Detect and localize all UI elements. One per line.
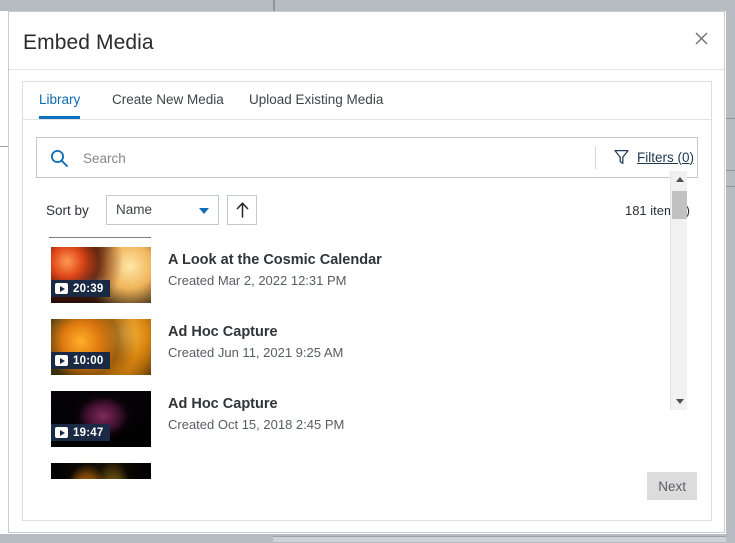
media-created-date: Created Mar 2, 2022 12:31 PM bbox=[168, 273, 347, 288]
page-background-rule-4 bbox=[0, 146, 8, 147]
media-meta: Ad Hoc Capture Created Oct 15, 2018 2:45… bbox=[168, 396, 344, 432]
sort-direction-button[interactable] bbox=[227, 195, 257, 225]
page-background-rule-2 bbox=[726, 170, 735, 171]
page-background-top bbox=[0, 0, 735, 11]
sort-by-value: Name bbox=[116, 202, 153, 217]
media-list[interactable]: 20:39 A Look at the Cosmic Calendar Crea… bbox=[37, 242, 698, 479]
play-icon bbox=[55, 355, 68, 366]
scroll-up-button[interactable] bbox=[671, 171, 688, 188]
duration-badge: 10:00 bbox=[51, 352, 111, 369]
page-background-bottom-inner bbox=[273, 536, 726, 542]
sort-by-label: Sort by bbox=[46, 203, 89, 218]
tab-bar: Library Create New Media Upload Existing… bbox=[23, 82, 711, 120]
page-background-divider bbox=[273, 0, 275, 11]
tab-create-new-media[interactable]: Create New Media bbox=[112, 92, 224, 119]
page-background-rule-3 bbox=[726, 186, 735, 187]
play-icon bbox=[55, 427, 68, 438]
library-panel: Library Create New Media Upload Existing… bbox=[22, 81, 712, 521]
duration-label: 19:47 bbox=[73, 426, 104, 439]
media-title[interactable]: Ad Hoc Capture bbox=[168, 324, 343, 340]
media-created-date: Created Jun 11, 2021 9:25 AM bbox=[168, 345, 344, 360]
duration-badge: 19:47 bbox=[51, 424, 111, 441]
embed-media-dialog: Embed Media Library Create New Media Upl… bbox=[8, 11, 725, 533]
search-separator bbox=[595, 147, 596, 169]
page-background-right bbox=[726, 0, 735, 543]
close-icon[interactable] bbox=[688, 25, 714, 51]
filters-label: Filters (0) bbox=[637, 149, 694, 165]
media-title[interactable]: A Look at the Cosmic Calendar bbox=[168, 252, 382, 268]
list-item[interactable]: 19:47 Ad Hoc Capture Created Oct 15, 201… bbox=[37, 386, 698, 458]
screen: Embed Media Library Create New Media Upl… bbox=[0, 0, 735, 543]
list-scrollbar[interactable] bbox=[670, 171, 687, 410]
list-divider bbox=[49, 237, 151, 238]
arrow-up-icon bbox=[234, 201, 251, 219]
search-icon bbox=[49, 148, 69, 168]
dialog-footer: Next bbox=[23, 462, 711, 520]
media-meta: Ad Hoc Capture Created Jun 11, 2021 9:25… bbox=[168, 324, 343, 360]
sort-row: Sort by Name 181 item(s) bbox=[36, 195, 698, 227]
media-meta: A Look at the Cosmic Calendar Created Ma… bbox=[168, 252, 382, 288]
next-button[interactable]: Next bbox=[647, 472, 697, 500]
chevron-up-icon bbox=[675, 177, 684, 182]
play-icon bbox=[55, 283, 68, 294]
tab-upload-existing-media[interactable]: Upload Existing Media bbox=[249, 92, 383, 119]
duration-label: 10:00 bbox=[73, 354, 104, 367]
list-item[interactable]: 10:00 Ad Hoc Capture Created Jun 11, 202… bbox=[37, 314, 698, 386]
media-created-date: Created Oct 15, 2018 2:45 PM bbox=[168, 417, 345, 432]
filters-button[interactable]: Filters (0) bbox=[614, 149, 694, 165]
search-input[interactable] bbox=[81, 138, 585, 179]
media-thumbnail[interactable]: 20:39 bbox=[51, 247, 151, 303]
chevron-down-icon bbox=[199, 208, 209, 214]
list-item[interactable]: 20:39 A Look at the Cosmic Calendar Crea… bbox=[37, 242, 698, 314]
funnel-icon bbox=[614, 149, 629, 165]
media-thumbnail[interactable]: 19:47 bbox=[51, 391, 151, 447]
duration-label: 20:39 bbox=[73, 282, 104, 295]
duration-badge: 20:39 bbox=[51, 280, 111, 297]
media-title[interactable]: Ad Hoc Capture bbox=[168, 396, 344, 412]
dialog-header: Embed Media bbox=[9, 12, 724, 70]
sort-by-select[interactable]: Name bbox=[106, 195, 219, 225]
tab-library[interactable]: Library bbox=[39, 92, 81, 119]
chevron-down-icon bbox=[675, 399, 684, 404]
media-thumbnail[interactable]: 10:00 bbox=[51, 319, 151, 375]
scrollbar-thumb[interactable] bbox=[672, 191, 687, 219]
page-title: Embed Media bbox=[23, 31, 154, 54]
search-bar: Filters (0) bbox=[36, 137, 698, 179]
page-background-rule-1 bbox=[726, 118, 735, 119]
scroll-down-button[interactable] bbox=[671, 393, 688, 410]
